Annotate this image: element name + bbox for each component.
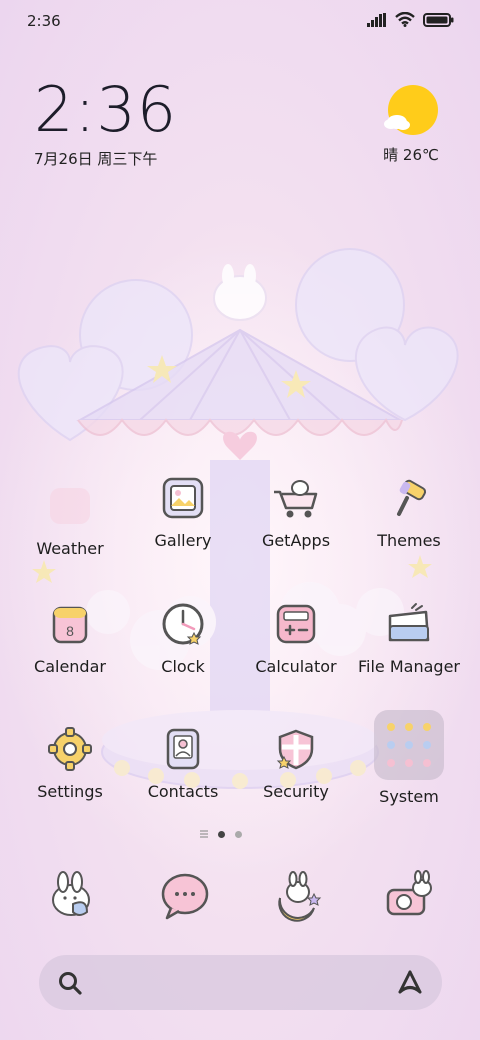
weather-widget-text: 晴 26℃ [383,146,439,164]
status-time: 2:36 [27,12,61,30]
dock-camera[interactable] [382,868,438,924]
page-dot-active[interactable] [218,830,225,838]
gear-icon [42,721,98,777]
themes-icon [381,470,437,526]
signal-icon [367,12,386,27]
app-contacts[interactable]: Contacts [127,721,239,801]
app-label: Weather [36,539,104,558]
app-system[interactable]: System [353,710,465,806]
dock [0,868,480,924]
status-icons [367,12,454,27]
app-label: Security [263,782,329,801]
status-bar: 2:36 [0,0,480,44]
app-calendar[interactable]: 8 Calendar [14,596,126,676]
camera-icon [386,870,432,916]
clock-widget[interactable]: 2:36 7月26日 周三下午 [34,78,177,169]
app-security[interactable]: Security [240,721,352,801]
calculator-icon [268,596,324,652]
app-label: File Manager [358,657,460,676]
gallery-icon [155,470,211,526]
page-list-icon[interactable] [200,830,208,838]
app-weather[interactable]: Weather [14,478,126,558]
calendar-badge: 8 [66,623,74,639]
moon-bunny-icon [278,871,322,922]
app-label: GetApps [261,531,331,550]
app-label: Calendar [34,657,106,676]
wifi-icon [395,12,415,27]
dock-phone[interactable] [43,868,99,924]
app-label: Gallery [154,531,212,550]
sun-cloud-icon [384,85,438,135]
app-label: Calculator [255,657,337,676]
shield-icon [268,721,324,777]
app-calculator[interactable]: Calculator [240,596,352,676]
dock-browser[interactable] [270,868,326,924]
app-label: Settings [37,782,103,801]
app-label: Contacts [147,782,219,801]
calendar-icon: 8 [42,596,98,652]
battery-icon [423,12,454,27]
folder-grid-icon [374,710,444,780]
getapps-icon [268,470,324,526]
message-bubble-icon [161,873,209,920]
page-indicator[interactable] [200,830,242,838]
app-label: System [379,787,439,806]
app-settings[interactable]: Settings [14,721,126,801]
weather-widget[interactable]: 晴 26℃ [376,84,446,165]
app-file-manager[interactable]: File Manager [353,596,465,676]
app-label: Themes [377,531,441,550]
app-getapps[interactable]: GetApps [240,470,352,550]
assistant-icon[interactable] [396,969,424,995]
contacts-icon [155,721,211,777]
folder-icon [381,596,437,652]
search-icon [59,972,82,995]
app-gallery[interactable]: Gallery [127,470,239,550]
page-dot[interactable] [235,830,242,838]
weather-icon [42,478,98,534]
app-clock[interactable]: Clock [127,596,239,676]
search-bar[interactable] [39,955,442,1010]
phone-bunny-icon [52,871,90,916]
clock-widget-time: 2:36 [34,73,178,146]
dock-messages[interactable] [157,868,213,924]
app-themes[interactable]: Themes [353,470,465,550]
clock-widget-date: 7月26日 周三下午 [34,150,158,168]
app-label: Clock [161,657,205,676]
clock-icon [155,596,211,652]
